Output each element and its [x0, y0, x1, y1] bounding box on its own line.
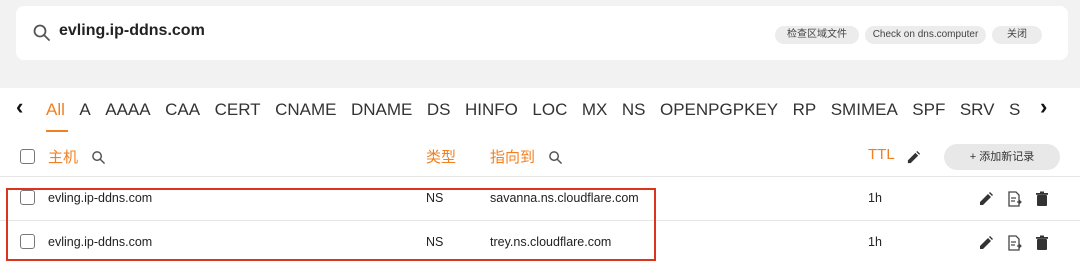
- host-column-header[interactable]: 主机: [48, 146, 78, 167]
- tab-cname[interactable]: CNAME: [275, 88, 336, 132]
- tab-dname[interactable]: DNAME: [351, 88, 412, 132]
- search-icon: [33, 24, 50, 41]
- tab-a[interactable]: A: [79, 88, 90, 132]
- record-type-tabs: ‹ All A AAAA CAA CERT CNAME DNAME DS HINFO LOC MX N…: [0, 88, 1080, 132]
- copy-document-icon[interactable]: [1006, 191, 1022, 207]
- type-column-header[interactable]: 类型: [426, 146, 456, 167]
- tabs-scroll-left-icon[interactable]: ‹: [16, 94, 23, 120]
- tab-ds[interactable]: DS: [427, 88, 451, 132]
- tab-aaaa[interactable]: AAAA: [105, 88, 150, 132]
- domain-name: evling.ip-ddns.com: [59, 22, 205, 39]
- host-search-icon[interactable]: [91, 150, 106, 165]
- tab-openpgpkey[interactable]: OPENPGPKEY: [660, 88, 778, 132]
- tab-cert[interactable]: CERT: [215, 88, 261, 132]
- tab-ns[interactable]: NS: [622, 88, 646, 132]
- search-card: evling.ip-ddns.com 检查区域文件 Check on dns.c…: [16, 6, 1068, 60]
- check-dns-computer-button[interactable]: Check on dns.computer: [865, 26, 986, 44]
- ttl-column-header[interactable]: TTL: [868, 146, 895, 163]
- select-all-checkbox[interactable]: [20, 149, 35, 164]
- trash-icon[interactable]: [1034, 235, 1050, 251]
- tab-s[interactable]: S: [1009, 88, 1020, 132]
- table-header: 主机 类型 指向到 TTL + 添加新记录: [0, 138, 1080, 174]
- target-search-icon[interactable]: [548, 150, 563, 165]
- trash-icon[interactable]: [1034, 191, 1050, 207]
- edit-pencil-icon[interactable]: [978, 235, 994, 251]
- tab-all[interactable]: All: [46, 88, 68, 132]
- add-record-button[interactable]: + 添加新记录: [944, 144, 1060, 170]
- check-zone-file-button[interactable]: 检查区域文件: [775, 26, 859, 44]
- ttl-edit-pencil-icon[interactable]: [906, 150, 921, 165]
- record-ttl: 1h: [868, 235, 882, 249]
- tab-rp[interactable]: RP: [793, 88, 817, 132]
- tab-spf[interactable]: SPF: [912, 88, 945, 132]
- record-ttl: 1h: [868, 191, 882, 205]
- highlight-box: [6, 188, 656, 261]
- edit-pencil-icon[interactable]: [978, 191, 994, 207]
- tab-srv[interactable]: SRV: [960, 88, 995, 132]
- tab-caa[interactable]: CAA: [165, 88, 200, 132]
- tab-mx[interactable]: MX: [582, 88, 608, 132]
- tab-smimea[interactable]: SMIMEA: [831, 88, 898, 132]
- tab-list: All A AAAA CAA CERT CNAME DNAME DS HINFO LOC MX NS O…: [46, 88, 1030, 132]
- tab-hinfo[interactable]: HINFO: [465, 88, 518, 132]
- tab-loc[interactable]: LOC: [532, 88, 567, 132]
- close-button[interactable]: 关闭: [992, 26, 1042, 44]
- tabs-scroll-right-icon[interactable]: ›: [1040, 94, 1047, 120]
- target-column-header[interactable]: 指向到: [490, 146, 535, 167]
- copy-document-icon[interactable]: [1006, 235, 1022, 251]
